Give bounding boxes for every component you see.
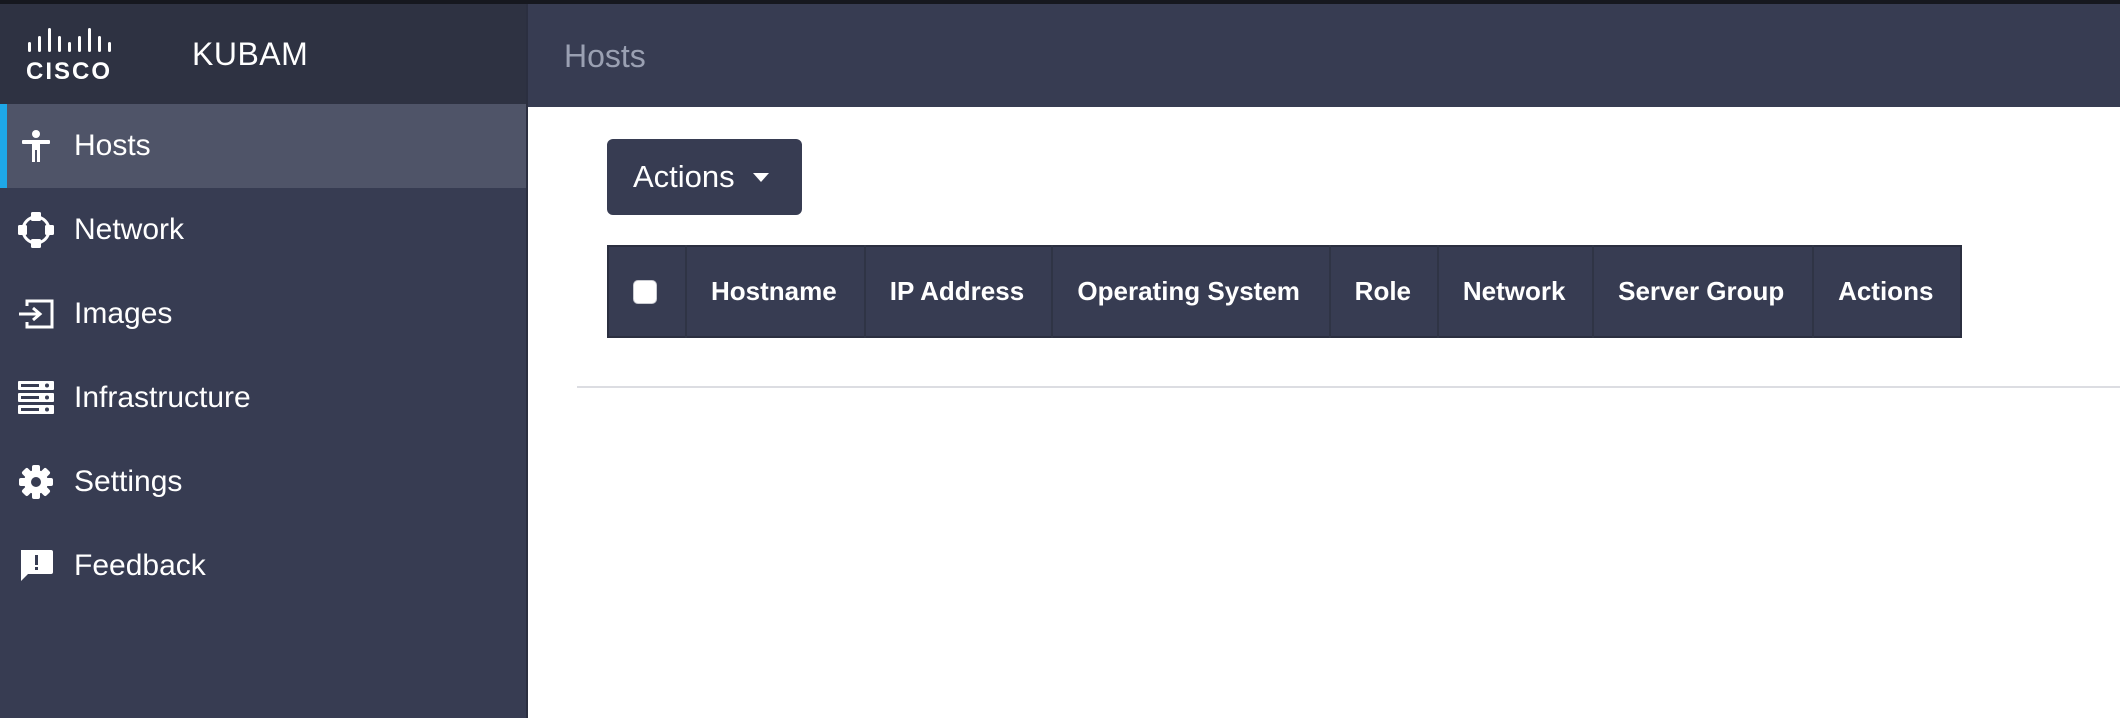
app-name: KUBAM <box>192 36 309 72</box>
feedback-icon <box>16 546 56 586</box>
sidebar-item-hosts[interactable]: Hosts <box>0 104 526 188</box>
column-header-operating-system[interactable]: Operating System <box>1052 246 1331 337</box>
column-header-ip-address[interactable]: IP Address <box>864 246 1054 337</box>
actions-dropdown-button[interactable]: Actions <box>607 139 802 215</box>
sidebar: CISCO KUBAM Hosts Network Images Infrast… <box>0 0 528 718</box>
sidebar-item-label: Images <box>74 297 173 330</box>
actions-button-label: Actions <box>633 159 735 194</box>
select-all-cell <box>608 246 687 337</box>
top-border <box>0 0 2120 4</box>
select-all-checkbox[interactable] <box>633 279 657 304</box>
gear-icon <box>16 462 56 502</box>
network-icon <box>16 210 56 250</box>
sidebar-item-images[interactable]: Images <box>0 272 526 356</box>
sidebar-item-label: Feedback <box>74 549 206 582</box>
table-header: Hostname IP Address Operating System Rol… <box>608 246 1961 337</box>
sidebar-item-network[interactable]: Network <box>0 188 526 272</box>
cisco-logo: CISCO <box>26 28 112 84</box>
column-header-role[interactable]: Role <box>1329 246 1439 337</box>
caret-down-icon <box>752 172 769 182</box>
server-rack-icon <box>16 378 56 418</box>
sidebar-item-label: Infrastructure <box>74 381 251 414</box>
import-icon <box>16 294 56 334</box>
sidebar-item-label: Settings <box>74 465 183 498</box>
content-divider <box>577 386 2120 388</box>
svg-text:CISCO: CISCO <box>26 58 112 84</box>
page-title: Hosts <box>564 38 646 74</box>
person-icon <box>16 126 56 166</box>
column-header-network[interactable]: Network <box>1437 246 1595 337</box>
sidebar-item-label: Network <box>74 213 185 246</box>
table-header-row: Hostname IP Address Operating System Rol… <box>608 246 1961 337</box>
column-header-actions[interactable]: Actions <box>1813 246 1961 337</box>
sidebar-item-feedback[interactable]: Feedback <box>0 524 526 608</box>
brand-header: CISCO KUBAM <box>0 0 526 104</box>
hosts-table: Hostname IP Address Operating System Rol… <box>607 245 1962 338</box>
sidebar-item-settings[interactable]: Settings <box>0 440 526 524</box>
sidebar-item-infrastructure[interactable]: Infrastructure <box>0 356 526 440</box>
page-header: Hosts <box>528 0 2120 107</box>
column-header-server-group[interactable]: Server Group <box>1593 246 1815 337</box>
sidebar-item-label: Hosts <box>74 129 151 162</box>
sidebar-nav: Hosts Network Images Infrastructure Sett… <box>0 104 526 608</box>
column-header-hostname[interactable]: Hostname <box>686 246 866 337</box>
